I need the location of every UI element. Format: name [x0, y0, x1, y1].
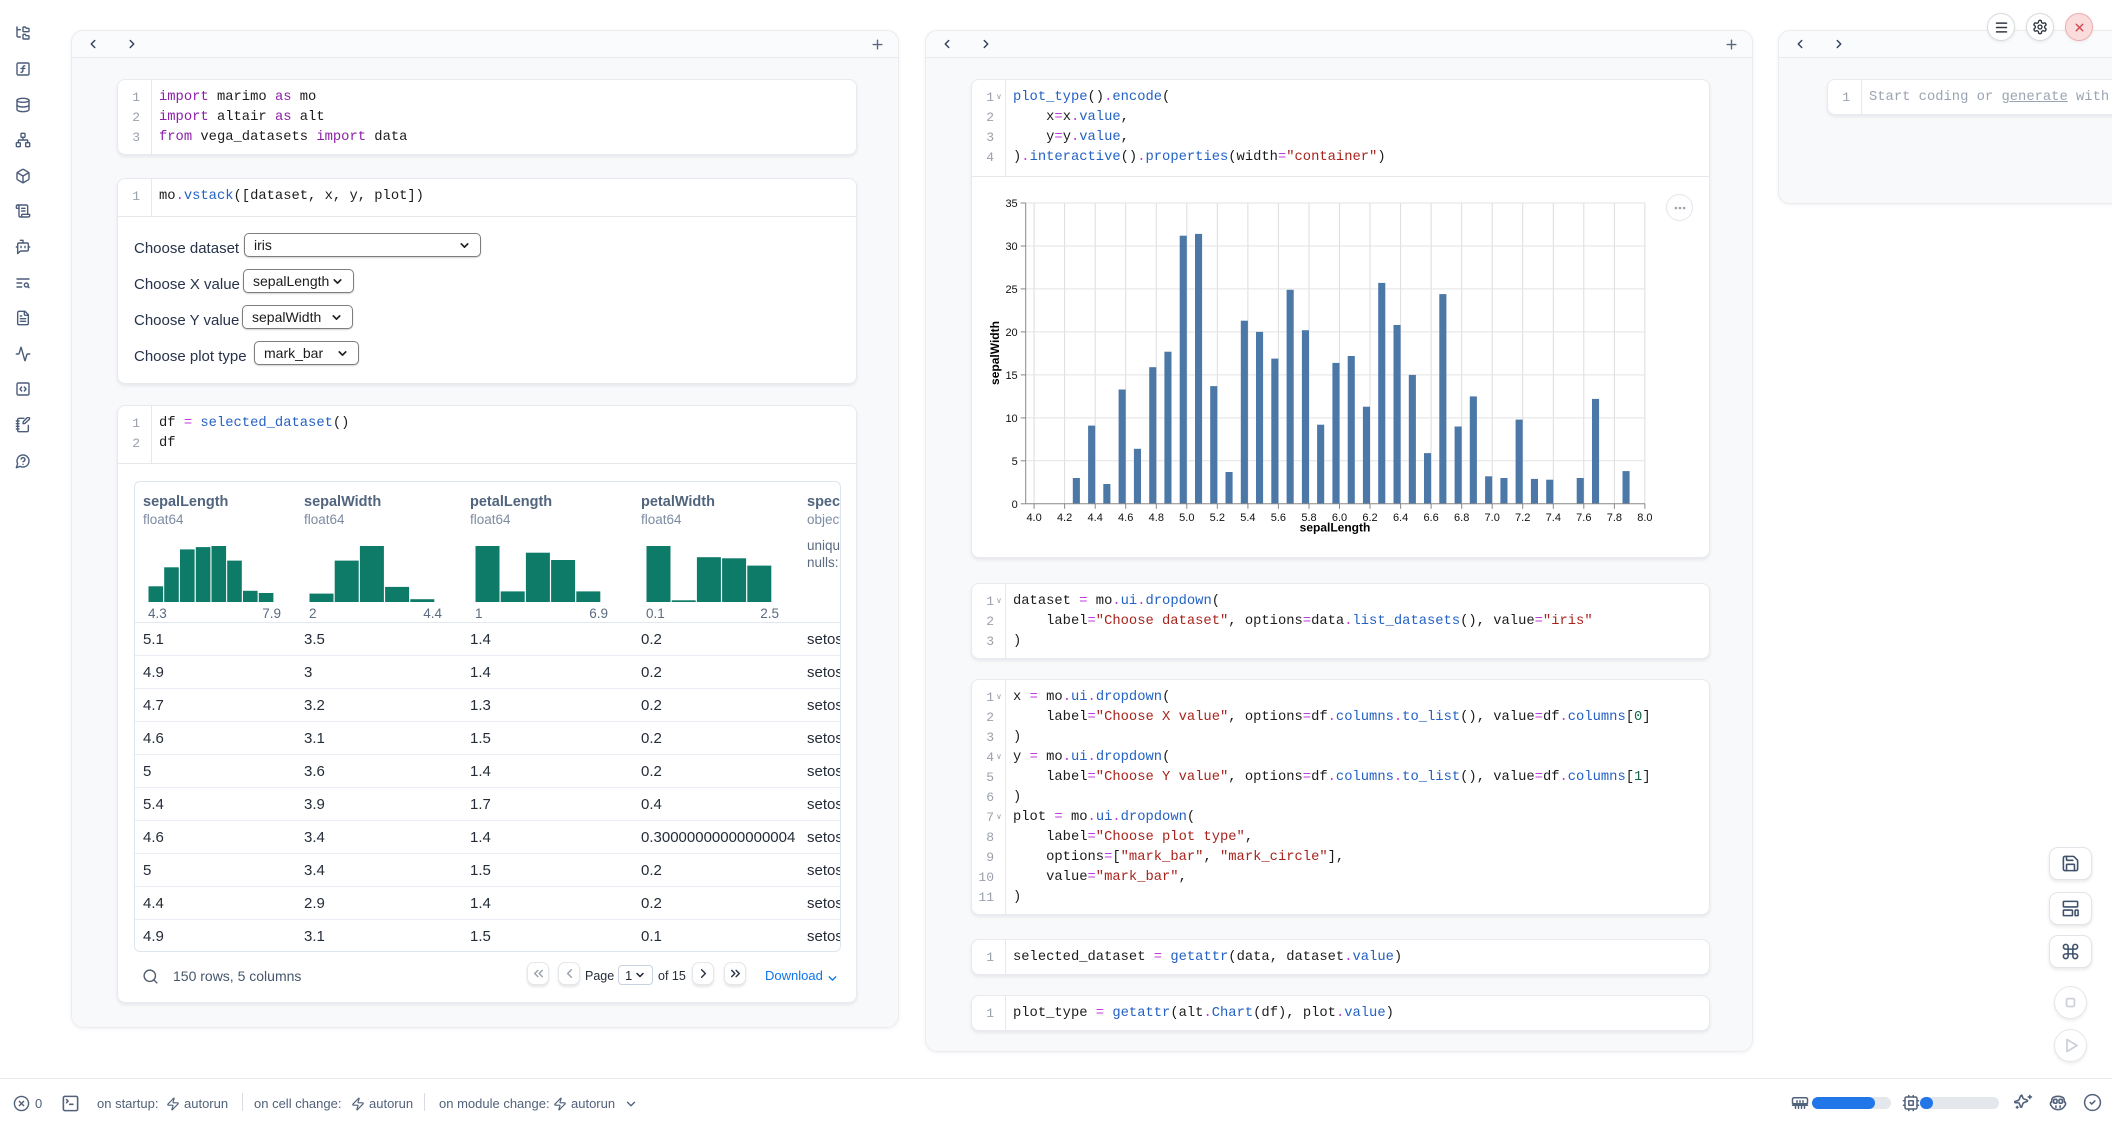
svg-text:7.8: 7.8: [1607, 512, 1622, 524]
svg-text:30: 30: [1005, 241, 1017, 253]
svg-text:7.4: 7.4: [1546, 512, 1561, 524]
svg-text:sepalLength: sepalLength: [1300, 520, 1371, 534]
svg-text:5.0: 5.0: [1179, 512, 1194, 524]
svg-text:20: 20: [1005, 327, 1017, 339]
svg-text:10: 10: [1005, 413, 1017, 425]
svg-text:5.2: 5.2: [1210, 512, 1225, 524]
svg-text:4.4: 4.4: [1088, 512, 1103, 524]
svg-text:4.2: 4.2: [1057, 512, 1072, 524]
svg-text:5.4: 5.4: [1240, 512, 1255, 524]
svg-text:6.8: 6.8: [1454, 512, 1469, 524]
svg-text:sepalWidth: sepalWidth: [988, 321, 1002, 385]
svg-text:5: 5: [1012, 456, 1018, 468]
svg-text:6.4: 6.4: [1393, 512, 1408, 524]
svg-text:35: 35: [1005, 198, 1017, 210]
svg-text:4.0: 4.0: [1026, 512, 1041, 524]
svg-text:25: 25: [1005, 284, 1017, 296]
svg-text:15: 15: [1005, 370, 1017, 382]
svg-text:7.0: 7.0: [1485, 512, 1500, 524]
svg-text:0: 0: [1012, 499, 1018, 511]
svg-text:7.6: 7.6: [1576, 512, 1591, 524]
svg-text:5.6: 5.6: [1271, 512, 1286, 524]
svg-text:6.6: 6.6: [1423, 512, 1438, 524]
svg-text:4.8: 4.8: [1149, 512, 1164, 524]
svg-text:8.0: 8.0: [1637, 512, 1652, 524]
svg-text:7.2: 7.2: [1515, 512, 1530, 524]
svg-text:4.6: 4.6: [1118, 512, 1133, 524]
